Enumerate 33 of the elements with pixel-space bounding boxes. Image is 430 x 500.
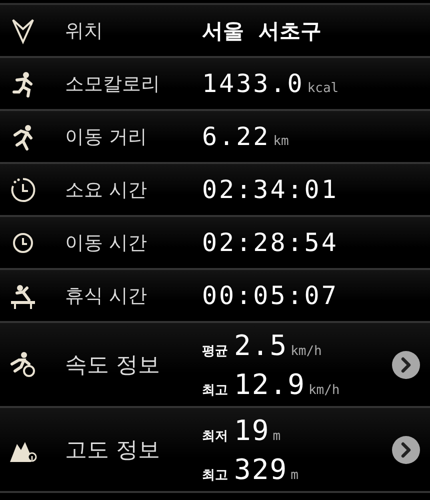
stat-value: 00:05:07 [202, 281, 338, 310]
stat-value: 12.9 [234, 368, 306, 400]
row-label: 소모칼로리 [65, 72, 161, 96]
stat-value: 329 [234, 452, 288, 486]
stat-value: 6.22 [202, 122, 270, 151]
row-label: 이동 거리 [65, 124, 148, 150]
stat-value: 1433.0 [202, 69, 304, 98]
stat-caption: 최고 [202, 466, 228, 484]
stat-value: 19 [234, 414, 270, 446]
chevron-icon [9, 16, 37, 44]
row-label: 고도 정보 [65, 436, 161, 464]
stat-caption: 최저 [202, 428, 228, 444]
row-label: 이동 시간 [65, 230, 148, 256]
detail-button[interactable] [392, 350, 420, 378]
detail-button[interactable] [392, 436, 420, 464]
unit-label: kcal [307, 81, 339, 96]
row-label: 소요 시간 [65, 178, 148, 202]
stopwatch-icon [9, 176, 37, 204]
stat-caption: 평균 [202, 342, 228, 360]
stat-value: 02:28:54 [202, 228, 338, 257]
stat-value: 02:34:01 [202, 175, 338, 204]
row-label: 휴식 시간 [65, 284, 148, 308]
location-value: 서울 서초구 [202, 18, 323, 44]
unit-label: km/h [290, 344, 322, 358]
stat-value: 2.5 [234, 328, 288, 362]
unit-label: km/h [308, 382, 340, 398]
unit-label: m [272, 428, 281, 444]
unit-label: m [290, 468, 298, 482]
row-label: 속도 정보 [65, 352, 161, 380]
unit-label: km [273, 134, 289, 149]
row-label: 위치 [65, 18, 104, 44]
stat-caption: 최고 [202, 382, 228, 398]
runner-icon [9, 350, 37, 378]
